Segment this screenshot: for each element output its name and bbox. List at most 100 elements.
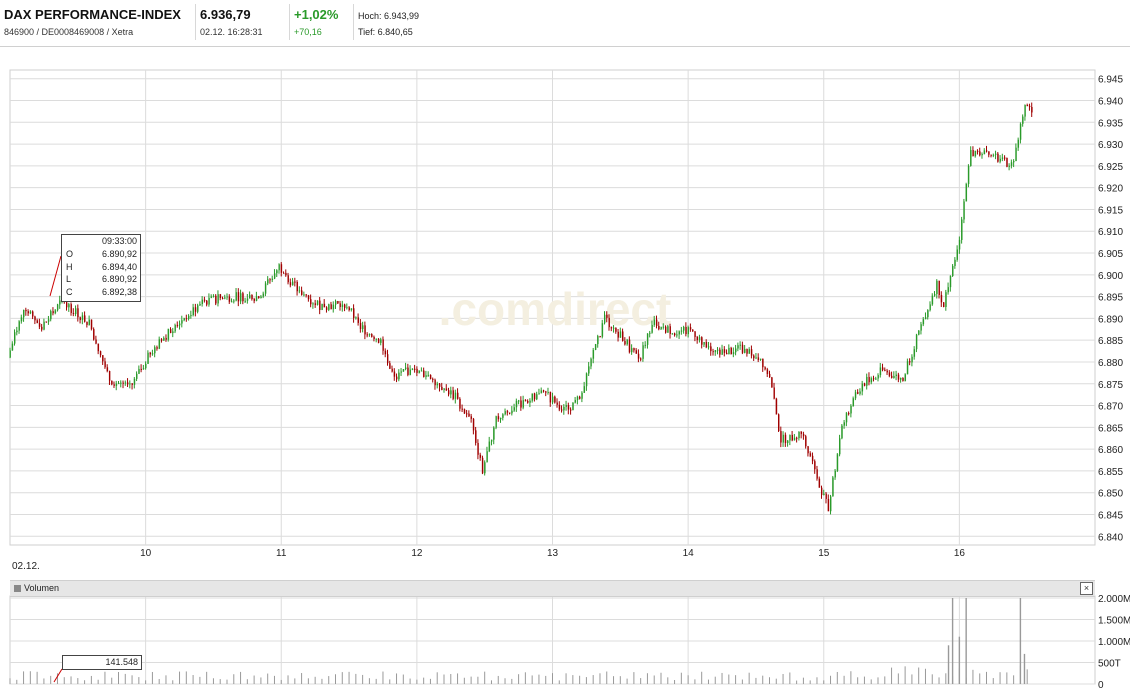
candle-body xyxy=(669,326,671,334)
candle-body xyxy=(131,383,133,385)
candle-body xyxy=(906,361,909,375)
candle-body xyxy=(547,391,549,393)
candle-body xyxy=(416,368,418,373)
candle-body xyxy=(81,315,84,321)
candle-body xyxy=(574,400,577,403)
candle-body xyxy=(425,375,427,377)
tooltip-close-value: 6.892,38 xyxy=(101,287,137,298)
candle-body xyxy=(895,374,897,377)
candle-body xyxy=(129,383,131,385)
candle-body xyxy=(701,337,703,345)
candle-body xyxy=(72,312,75,314)
candle-body xyxy=(999,158,1001,162)
x-tick-label: 13 xyxy=(547,548,559,559)
candle-body xyxy=(158,339,161,349)
candle-body xyxy=(707,346,710,348)
candle-body xyxy=(70,304,72,313)
candle-body xyxy=(601,323,604,337)
candle-body xyxy=(954,259,956,266)
candle-body xyxy=(68,304,70,308)
candle-body xyxy=(319,300,321,310)
candle-body xyxy=(194,307,197,312)
candle-body xyxy=(995,153,997,155)
candle-body xyxy=(79,317,81,321)
candle-body xyxy=(628,339,631,353)
candle-body xyxy=(323,303,326,308)
candle-body xyxy=(391,368,393,372)
candle-body xyxy=(445,388,448,391)
y-tick-label: 6.940 xyxy=(1098,97,1123,108)
candle-body xyxy=(922,319,925,325)
candle-body xyxy=(911,356,913,363)
candle-body xyxy=(744,348,746,353)
candle-body xyxy=(251,294,253,300)
candle-body xyxy=(402,369,405,372)
candle-body xyxy=(852,398,855,407)
candle-body xyxy=(816,469,818,479)
candle-body xyxy=(651,324,653,333)
candle-body xyxy=(732,352,735,355)
candle-body xyxy=(893,376,895,378)
candle-body xyxy=(273,273,276,279)
candle-body xyxy=(147,352,149,364)
candle-body xyxy=(488,441,491,452)
candle-body xyxy=(1024,104,1026,117)
candle-body xyxy=(1028,105,1031,107)
candle-body xyxy=(486,451,488,463)
candle-body xyxy=(190,315,192,317)
candle-body xyxy=(1013,161,1015,163)
candle-body xyxy=(660,326,662,330)
candle-body xyxy=(961,219,963,240)
candle-body xyxy=(411,368,414,370)
candle-body xyxy=(108,371,111,381)
candle-body xyxy=(769,373,771,378)
candle-body xyxy=(509,412,511,414)
candle-body xyxy=(531,393,534,401)
candle-body xyxy=(303,294,305,296)
candle-body xyxy=(814,461,816,470)
candle-body xyxy=(217,294,219,304)
candle-body xyxy=(253,299,256,301)
volume-tooltip: 141.548 xyxy=(62,655,142,670)
candle-body xyxy=(624,341,626,345)
y-tick-label: 6.930 xyxy=(1098,140,1123,151)
candle-body xyxy=(538,393,540,395)
tooltip-low-label: L xyxy=(66,274,72,285)
candle-body xyxy=(832,477,834,497)
candle-body xyxy=(36,320,39,323)
candle-body xyxy=(947,287,949,293)
candle-body xyxy=(949,276,952,288)
candle-body xyxy=(454,392,457,399)
volume-label: Volumen xyxy=(24,583,60,593)
candle-body xyxy=(249,294,251,299)
candle-body xyxy=(414,368,416,370)
candle-body xyxy=(20,317,23,322)
candle-body xyxy=(938,280,940,295)
candle-body xyxy=(759,358,762,360)
candle-body xyxy=(990,154,992,156)
candle-body xyxy=(235,292,237,301)
candle-body xyxy=(45,321,48,323)
candle-body xyxy=(163,337,165,341)
candle-body xyxy=(255,296,258,301)
candle-body xyxy=(500,417,502,420)
candle-body xyxy=(979,151,981,156)
y-tick-label: 6.840 xyxy=(1098,532,1123,543)
candle-body xyxy=(671,333,674,335)
candle-body xyxy=(301,290,303,295)
candle-body xyxy=(484,462,486,474)
candle-body xyxy=(943,302,945,307)
candle-body xyxy=(50,311,52,320)
candle-body xyxy=(292,281,294,286)
close-volume-button[interactable]: × xyxy=(1080,582,1093,595)
candle-body xyxy=(940,294,943,303)
candle-body xyxy=(25,309,27,312)
candle-body xyxy=(102,355,104,362)
candle-body xyxy=(418,370,421,373)
candle-body xyxy=(371,334,373,337)
candle-body xyxy=(443,388,445,390)
candle-body xyxy=(362,325,364,330)
candle-body xyxy=(606,314,608,318)
candle-body xyxy=(142,368,145,370)
candle-body xyxy=(952,265,954,277)
